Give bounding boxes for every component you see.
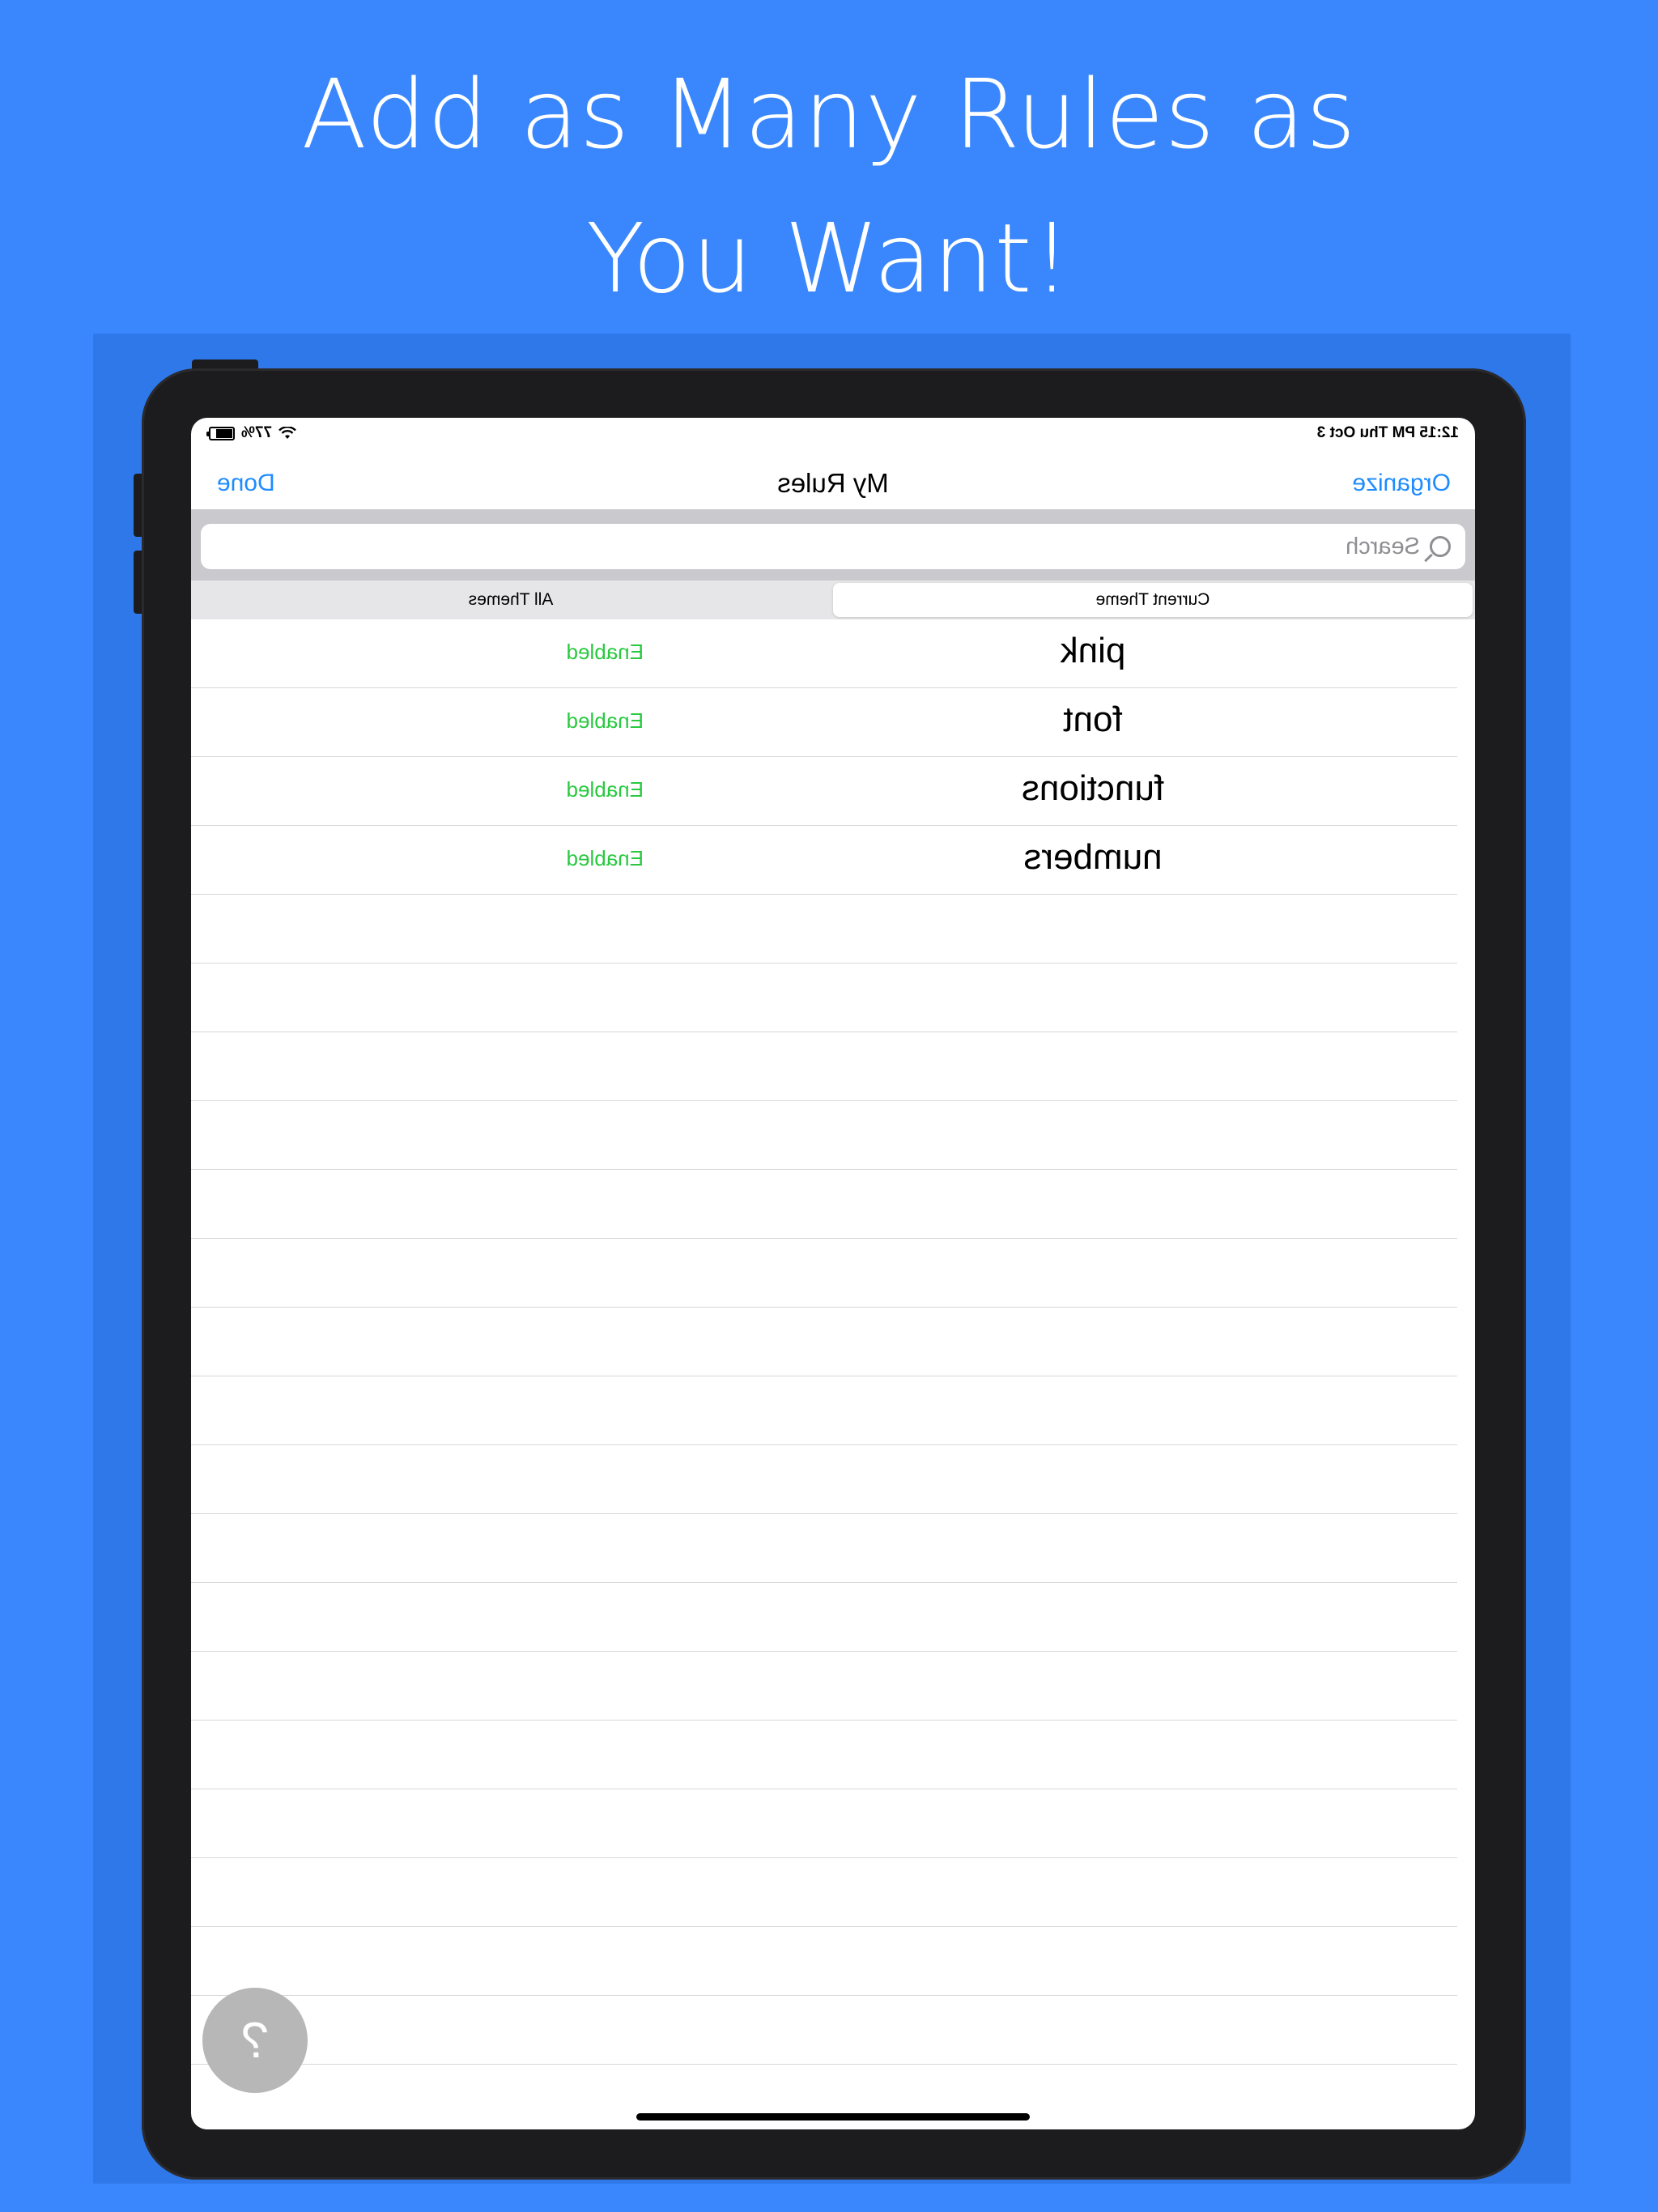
page-title: My Rules	[777, 468, 889, 498]
rule-row[interactable]: font Enabled	[191, 688, 1457, 757]
rule-name: functions	[1021, 768, 1165, 808]
empty-row	[191, 1514, 1457, 1583]
empty-row	[191, 1308, 1457, 1376]
help-button[interactable]: ?	[202, 1988, 308, 2093]
empty-row	[191, 1170, 1457, 1239]
empty-row	[191, 1583, 1457, 1652]
status-time-date: 12:15 PM Thu Oct 3	[1316, 424, 1459, 441]
rule-row[interactable]: numbers Enabled	[191, 826, 1457, 895]
status-bar: 12:15 PM Thu Oct 3 77%	[191, 418, 1475, 447]
empty-row	[191, 963, 1457, 1032]
rule-status: Enabled	[566, 777, 644, 802]
help-icon: ?	[240, 2012, 270, 2069]
done-button[interactable]: Done	[217, 470, 275, 497]
battery-percent: 77%	[241, 424, 273, 441]
empty-row	[191, 1376, 1457, 1445]
rule-name: pink	[1060, 631, 1126, 670]
headline: Add as Many Rules as You Want!	[0, 42, 1658, 330]
empty-row	[191, 1032, 1457, 1101]
wifi-icon	[278, 427, 296, 439]
empty-row	[191, 1996, 1457, 2065]
rule-row[interactable]: functions Enabled	[191, 757, 1457, 826]
empty-row	[191, 895, 1457, 963]
mirrored-app: 12:15 PM Thu Oct 3 77% Organize My Rules…	[191, 418, 1475, 2129]
search-placeholder: Search	[1346, 533, 1420, 559]
battery-icon	[209, 426, 235, 440]
status-indicators: 77%	[209, 424, 296, 442]
home-indicator[interactable]	[636, 2113, 1030, 2121]
empty-row	[191, 1652, 1457, 1721]
empty-row	[191, 1927, 1457, 1996]
empty-row	[191, 1101, 1457, 1170]
empty-row	[191, 1789, 1457, 1858]
empty-row	[191, 1721, 1457, 1789]
empty-row	[191, 1239, 1457, 1308]
search-input[interactable]: Search	[201, 524, 1465, 569]
headline-line-2: You Want!	[586, 202, 1072, 314]
search-bar-container: Search	[191, 509, 1475, 581]
empty-row	[191, 1858, 1457, 1927]
tab-current-theme[interactable]: Current Theme	[833, 583, 1473, 617]
rule-name: font	[1063, 700, 1123, 739]
empty-row	[191, 1445, 1457, 1514]
theme-segmented-control: Current Theme All Themes	[191, 581, 1475, 619]
headline-line-1: Add as Many Rules as	[301, 58, 1357, 170]
rule-status: Enabled	[566, 846, 644, 870]
rule-status: Enabled	[566, 708, 644, 733]
tab-all-themes[interactable]: All Themes	[191, 581, 831, 619]
rule-row[interactable]: pink Enabled	[191, 619, 1457, 688]
search-icon	[1430, 536, 1451, 557]
device-screen: 12:15 PM Thu Oct 3 77% Organize My Rules…	[191, 418, 1475, 2129]
rules-list: pink Enabled font Enabled functions Enab…	[191, 619, 1475, 2129]
rule-name: numbers	[1023, 837, 1163, 877]
rule-status: Enabled	[566, 640, 644, 664]
